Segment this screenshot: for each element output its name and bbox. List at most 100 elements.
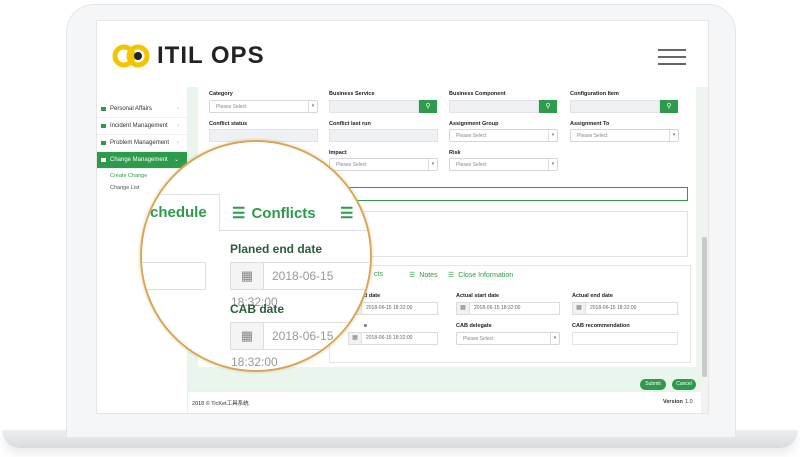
assignment-to-select[interactable]: Please Select ▾ [570,129,679,142]
magnified-input-fragment [142,262,206,290]
actual-end-label: Actual end date [572,293,613,299]
scrollbar-thumb[interactable] [702,237,707,377]
short-description-input[interactable] [329,187,688,201]
category-select[interactable]: Please Select ▾ [209,100,318,113]
assignment-group-placeholder: Please Select [456,133,487,139]
chevron-right-icon: › [177,106,179,112]
version-label: Version [663,399,683,405]
date-value: 2018-06-15 18:32:00 [366,305,413,311]
chevron-down-icon: ▾ [308,101,317,112]
impact-label: Impact [329,150,347,156]
category-placeholder: Please Select [216,104,247,110]
business-component-input[interactable] [449,100,539,113]
impact-select[interactable]: Please Select ▾ [329,158,438,171]
tab-schedule-magnified[interactable]: chedule [150,204,207,221]
chevron-right-icon: › [177,123,179,129]
business-service-input[interactable] [329,100,419,113]
sidebar-item-label: Personal Affairs [110,106,152,112]
folder-icon [101,141,106,145]
configuration-item-search-icon[interactable]: ⚲ [660,100,678,113]
logo: ITIL OPS [111,41,265,71]
sidebar-item-label: Problem Management [110,140,170,146]
category-label: Category [209,91,233,97]
tab-conflicts-magnified[interactable]: ☰ Conflicts [232,204,316,222]
cab-date-field-magnified[interactable]: ▦ 2018-06-15 18:32:00 [230,322,370,369]
sidebar-item-change-management[interactable]: Change Management ⌄ [97,152,187,169]
business-service-label: Business Service [329,91,375,97]
description-textarea[interactable] [329,211,688,257]
magnified-tab-bar: chedule ☰ Conflicts ☰ [142,194,370,231]
brand-name: ITIL OPS [157,42,265,69]
tab-label: Close Information [458,272,514,279]
list-icon: ☰ [448,272,455,279]
list-icon: ☰ [340,205,354,222]
risk-select[interactable]: Please Select ▾ [449,158,558,171]
logo-mark-icon [112,44,150,68]
sidebar-subitem-change-list[interactable]: Change List [110,185,139,191]
tab-label: Notes [419,272,438,279]
menu-hamburger-icon[interactable] [658,49,686,65]
sidebar-item-problem-management[interactable]: Problem Management › [97,135,187,152]
cab-recommendation-label: CAB recommendation [572,323,630,329]
conflict-status-label: Conflict status [209,121,248,127]
conflict-last-run-input[interactable] [329,129,438,142]
copyright-text: 2018 © TicKet工具系统. [192,401,251,407]
actual-end-date-field[interactable]: ▦ 2018-06-15 18:32:00 [572,302,678,315]
footer: 2018 © TicKet工具系统. Version 1.0 [188,391,708,413]
cab-delegate-select[interactable]: Please Select ▾ [456,332,560,345]
cab-date-label-magnified: CAB date [230,302,285,316]
folder-icon [101,107,106,111]
sidebar-item-personal-affairs[interactable]: Personal Affairs › [97,101,187,118]
sidebar-item-label: Incident Management [110,123,168,129]
vertical-scrollbar[interactable] [701,87,708,413]
calendar-icon: ▦ [573,303,586,314]
risk-placeholder: Please Select [456,162,487,168]
calendar-icon: ▦ [457,303,470,314]
sidebar-item-incident-management[interactable]: Incident Management › [97,118,187,135]
submit-button[interactable]: Submit [640,379,666,390]
chevron-down-icon: ⌄ [173,157,179,163]
list-icon: ☰ [409,272,416,279]
actual-start-date-field[interactable]: ▦ 2018-06-15 18:32:00 [456,302,560,315]
date-value: 2018-06-15 18:32:00 [474,305,521,311]
version-value: 1.0 [685,399,693,405]
planned-end-label-magnified: Planed end date [230,242,323,256]
sidebar-item-label: Change Management [110,157,168,163]
tab-notes[interactable]: ☰ Notes [409,271,438,279]
cab-delegate-placeholder: Please Select [463,336,494,342]
folder-icon [101,158,106,162]
business-service-search-icon[interactable]: ⚲ [419,100,437,113]
assignment-group-select[interactable]: Please Select ▾ [449,129,558,142]
chevron-down-icon: ▾ [428,159,437,170]
list-icon: ☰ [232,205,246,222]
assignment-to-label: Assignment To [570,121,610,127]
chevron-down-icon: ▾ [548,130,557,141]
chevron-down-icon: ▾ [548,159,557,170]
assignment-group-label: Assignment Group [449,121,499,127]
top-bar: ITIL OPS [97,21,708,87]
planned-start-label: d date [364,293,381,299]
magnifier-lens: chedule ☰ Conflicts ☰ Planed end date ▦ 20… [140,140,372,372]
conflict-last-run-label: Conflict last run [329,121,371,127]
planned-end-date-field-magnified[interactable]: ▦ 2018-06-15 18:32:00 [230,262,370,309]
date-value: 2018-06-15 18:32:00 [590,305,637,311]
cancel-button[interactable]: Cancel [672,379,696,390]
tab-label: cts [374,271,383,278]
configuration-item-label: Configuration Item [570,91,619,97]
date-value: 2018-06-15 18:32:00 [366,335,413,341]
folder-icon [101,124,106,128]
configuration-item-input[interactable] [570,100,660,113]
tab-conflicts[interactable]: cts [374,271,383,278]
tab-close-information[interactable]: ☰ Close Information [448,271,513,279]
chevron-right-icon: › [177,140,179,146]
tab-label: Conflicts [251,205,316,222]
calendar-icon: ▦ [231,263,264,289]
chevron-down-icon: ▾ [669,130,678,141]
impact-placeholder: Please Select [336,162,367,168]
business-component-search-icon[interactable]: ⚲ [539,100,557,113]
calendar-icon: ▦ [231,323,264,349]
chevron-down-icon: ▾ [550,333,559,344]
sidebar-subitem-create-change[interactable]: Create Change [110,173,147,179]
cab-recommendation-input[interactable] [572,332,678,345]
actual-start-label: Actual start date [456,293,500,299]
